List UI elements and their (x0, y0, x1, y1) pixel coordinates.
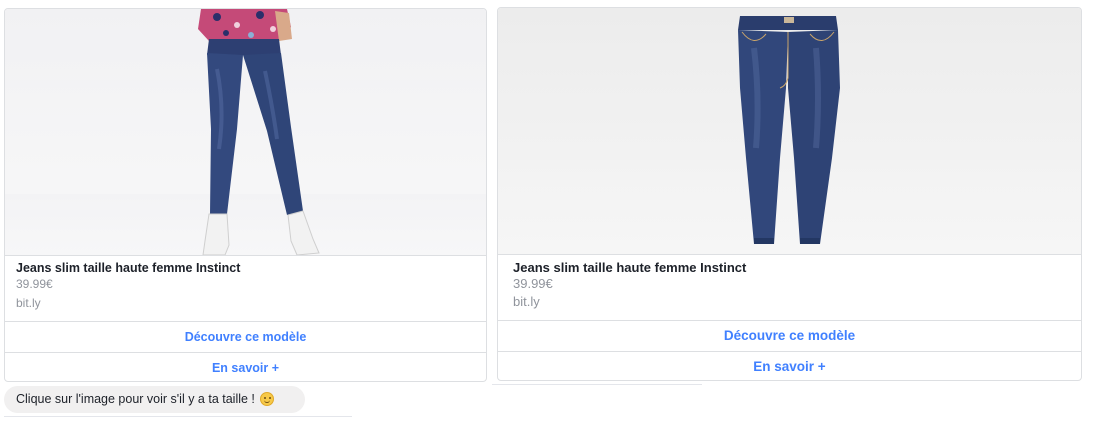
product-domain: bit.ly (16, 296, 41, 310)
divider (492, 384, 702, 385)
product-image-model[interactable] (5, 9, 486, 255)
product-image-jeans[interactable] (498, 8, 1081, 254)
message-text: Clique sur l'image pour voir s'il y a ta… (16, 392, 255, 406)
jeans-model-illustration (198, 9, 320, 255)
discover-model-button[interactable]: Découvre ce modèle (498, 320, 1081, 351)
product-price: 39.99€ (16, 277, 53, 291)
learn-more-button[interactable]: En savoir + (5, 352, 486, 381)
product-card-1: Jeans slim taille haute femme Instinct 3… (4, 8, 487, 382)
product-card-2: Jeans slim taille haute femme Instinct 3… (497, 7, 1082, 381)
product-title[interactable]: Jeans slim taille haute femme Instinct (16, 261, 240, 275)
card-info: Jeans slim taille haute femme Instinct 3… (5, 255, 486, 321)
product-price: 39.99€ (513, 276, 553, 291)
learn-more-button[interactable]: En savoir + (498, 351, 1081, 380)
discover-model-button[interactable]: Découvre ce modèle (5, 321, 486, 352)
smiley-emoji-icon (260, 392, 275, 406)
message-bubble[interactable]: Clique sur l'image pour voir s'il y a ta… (4, 386, 305, 413)
product-title[interactable]: Jeans slim taille haute femme Instinct (513, 260, 746, 275)
divider (4, 416, 352, 417)
jeans-product-illustration (738, 16, 840, 244)
card-info: Jeans slim taille haute femme Instinct 3… (498, 254, 1081, 320)
product-domain: bit.ly (513, 294, 540, 309)
